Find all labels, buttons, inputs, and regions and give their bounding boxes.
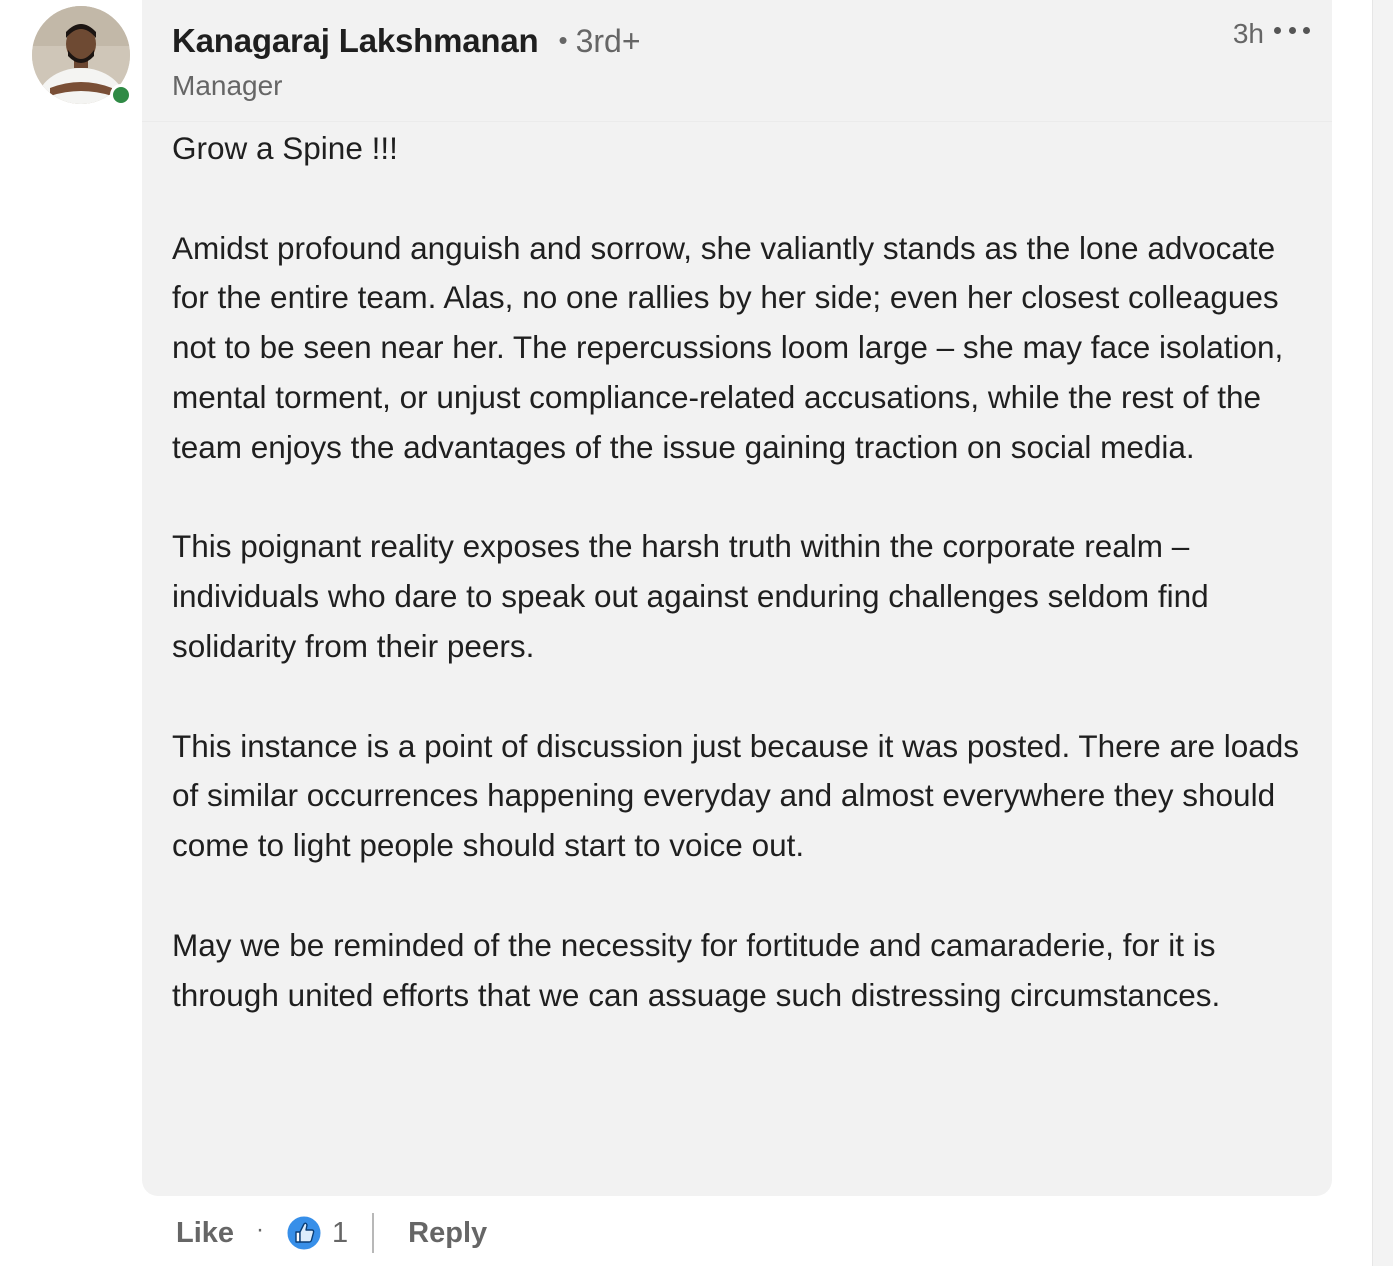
comment-paragraph: This poignant reality exposes the harsh … (172, 528, 1209, 664)
comment-actions: Like · 1 Reply (176, 1208, 487, 1258)
reaction-count[interactable]: 1 (332, 1217, 348, 1250)
author-avatar[interactable] (32, 6, 132, 106)
author-line: Kanagaraj Lakshmanan • 3rd+ (172, 22, 641, 60)
author-headline: Manager (172, 70, 283, 101)
comment-text: Grow a Spine !!! Amidst profound anguish… (172, 124, 1312, 1020)
degree-separator: • (558, 25, 568, 55)
reply-button[interactable]: Reply (408, 1217, 487, 1250)
scrollbar-track[interactable] (1372, 0, 1393, 1266)
actions-divider (372, 1213, 375, 1253)
thumbs-up-icon[interactable] (286, 1215, 322, 1251)
comment-paragraph: Amidst profound anguish and sorrow, she … (172, 229, 1284, 465)
comment-timestamp: 3h (1232, 18, 1264, 49)
connection-degree: • 3rd+ (558, 23, 640, 60)
comment-paragraph: May we be reminded of the necessity for … (172, 926, 1221, 1013)
like-button[interactable]: Like (176, 1217, 234, 1250)
comment-bubble: Kanagaraj Lakshmanan • 3rd+ Manager 3h Gr… (142, 0, 1332, 1196)
ellipsis-icon[interactable] (1274, 20, 1310, 40)
degree-label: 3rd+ (575, 23, 641, 59)
header-divider (142, 121, 1332, 122)
online-status-indicator (110, 84, 132, 106)
comment-paragraph: Grow a Spine !!! (172, 130, 398, 166)
author-name[interactable]: Kanagaraj Lakshmanan (172, 22, 539, 60)
comment-paragraph: This instance is a point of discussion j… (172, 727, 1300, 864)
action-separator: · (256, 1216, 265, 1243)
